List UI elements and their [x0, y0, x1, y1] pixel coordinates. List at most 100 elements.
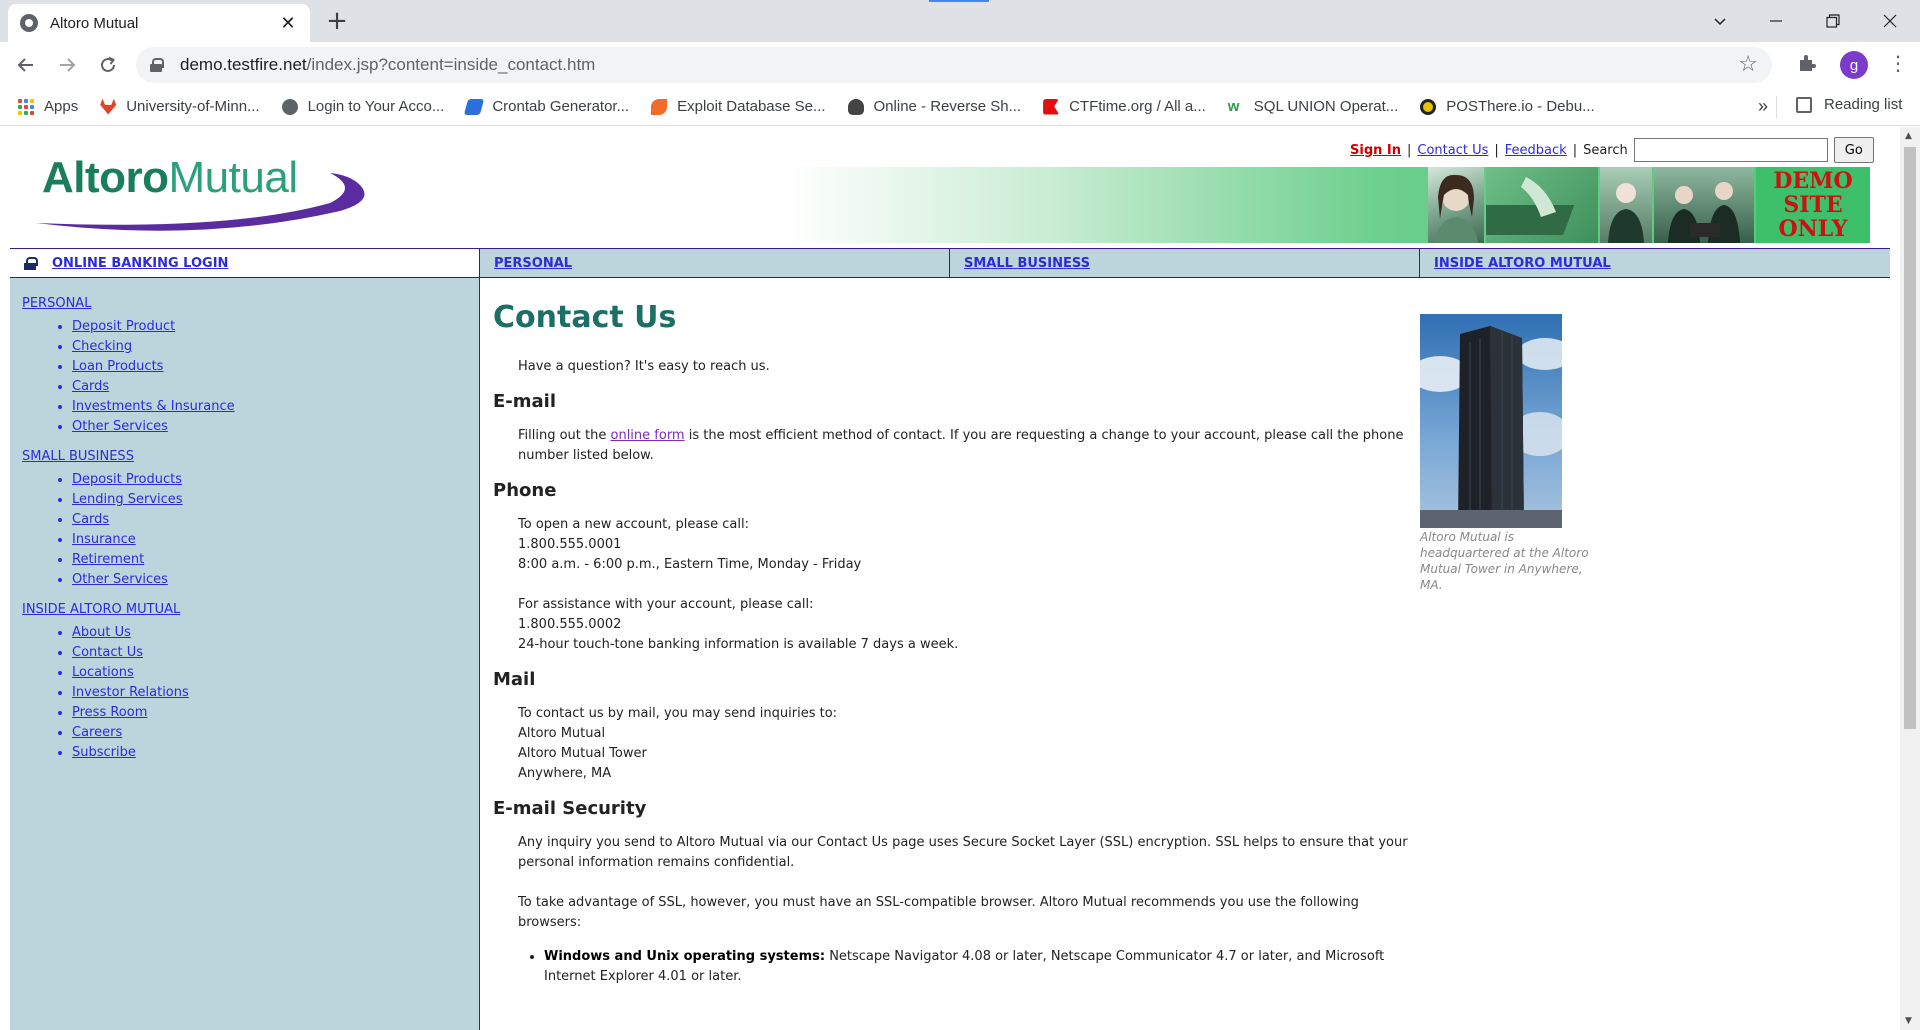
- bookmark-gitlab[interactable]: University-of-Minn...: [100, 98, 260, 115]
- bookmark-label: CTFtime.org / All a...: [1069, 98, 1206, 115]
- sidebar-link-retirement[interactable]: Retirement: [72, 552, 144, 567]
- close-window-icon[interactable]: [1862, 0, 1918, 42]
- address-bar[interactable]: demo.testfire.net/index.jsp?content=insi…: [136, 47, 1772, 83]
- sidebar-item: Cards: [72, 377, 479, 397]
- page-scrollbar[interactable]: ▲ ▼: [1900, 127, 1920, 1030]
- page-viewport: AltoroMutual Sign In | Contact Us | Feed…: [0, 127, 1900, 1030]
- bookmark-star-icon[interactable]: ☆: [1738, 52, 1758, 77]
- reload-icon: [101, 56, 115, 72]
- sidebar-link-press-room[interactable]: Press Room: [72, 705, 147, 720]
- bookmark-label: Login to Your Acco...: [307, 98, 445, 115]
- sidebar-heading-small-business[interactable]: SMALL BUSINESS: [22, 449, 479, 464]
- contact-us-link[interactable]: Contact Us: [1417, 143, 1488, 158]
- sidebar-link-careers[interactable]: Careers: [72, 725, 122, 740]
- nav-personal-tab[interactable]: PERSONAL: [480, 249, 950, 277]
- sidebar-link-investments-insurance[interactable]: Investments & Insurance: [72, 399, 235, 414]
- gitlab-icon: [100, 98, 117, 115]
- nav-small-business-tab[interactable]: SMALL BUSINESS: [950, 249, 1420, 277]
- go-button[interactable]: Go: [1833, 137, 1874, 163]
- bookmark-revshell[interactable]: Online - Reverse Sh...: [847, 98, 1021, 115]
- sidebar-list-inside-altoro: About Us Contact Us Locations Investor R…: [22, 623, 479, 763]
- sidebar-link-deposit-products[interactable]: Deposit Products: [72, 472, 182, 487]
- sidebar-link-cards[interactable]: Cards: [72, 379, 109, 394]
- bookmarks-overflow-chevron[interactable]: »: [1758, 96, 1768, 117]
- sidebar-link-cards[interactable]: Cards: [72, 512, 109, 527]
- tab-close-icon[interactable]: ✕: [278, 13, 298, 34]
- extensions-puzzle-icon[interactable]: [1797, 53, 1817, 78]
- back-button[interactable]: [10, 49, 42, 81]
- banner-photo-keyboard: [1471, 167, 1598, 243]
- sidebar-link-lending-services[interactable]: Lending Services: [72, 492, 183, 507]
- nav-personal-link[interactable]: PERSONAL: [494, 256, 572, 271]
- sidebar-link-insurance[interactable]: Insurance: [72, 532, 136, 547]
- main-content: Contact Us Have a question? It's easy to…: [493, 278, 1413, 987]
- reading-list-icon: [1796, 96, 1812, 113]
- nav-inside-altoro-link[interactable]: INSIDE ALTORO MUTUAL: [1434, 256, 1611, 271]
- bookmark-exploitdb[interactable]: Exploit Database Se...: [651, 98, 826, 115]
- online-banking-login-link[interactable]: ONLINE BANKING LOGIN: [52, 256, 228, 271]
- bookmark-login[interactable]: Login to Your Acco...: [281, 98, 445, 115]
- forward-button[interactable]: [51, 49, 83, 81]
- sidebar-link-other-services[interactable]: Other Services: [72, 419, 168, 434]
- sign-in-link[interactable]: Sign In: [1350, 143, 1401, 158]
- scroll-down-arrow-icon[interactable]: ▼: [1905, 1016, 1912, 1026]
- tab-search-icon[interactable]: [1692, 0, 1748, 42]
- browser-tab-strip: Altoro Mutual ✕ +: [0, 0, 1920, 42]
- bookmark-apps[interactable]: Apps: [18, 98, 78, 115]
- sidebar-item: Locations: [72, 663, 479, 683]
- reading-list-button[interactable]: Reading list: [1796, 96, 1902, 113]
- sidebar-link-investor-relations[interactable]: Investor Relations: [72, 685, 189, 700]
- sidebar-link-contact-us[interactable]: Contact Us: [72, 645, 143, 660]
- header-banner: DEMO SITE ONLY: [784, 167, 1870, 243]
- reload-button[interactable]: [92, 49, 124, 81]
- sidebar-link-locations[interactable]: Locations: [72, 665, 134, 680]
- scroll-up-arrow-icon[interactable]: ▲: [1905, 131, 1912, 141]
- crontab-icon: [464, 98, 485, 115]
- restore-icon[interactable]: [1805, 0, 1861, 42]
- online-banking-login-tab[interactable]: ONLINE BANKING LOGIN: [10, 249, 480, 277]
- sidebar-heading-inside-altoro[interactable]: INSIDE ALTORO MUTUAL: [22, 602, 479, 617]
- sidebar-link-checking[interactable]: Checking: [72, 339, 132, 354]
- back-arrow-icon: [17, 58, 33, 72]
- apps-grid-icon: [18, 98, 34, 115]
- bookmark-label: Apps: [44, 98, 79, 115]
- sidebar-item: Checking: [72, 337, 479, 357]
- menu-kebab-icon[interactable]: ⋮: [1888, 51, 1908, 75]
- scroll-thumb[interactable]: [1904, 147, 1916, 729]
- nav-small-business-link[interactable]: SMALL BUSINESS: [964, 256, 1090, 271]
- sidebar-link-other-services[interactable]: Other Services: [72, 572, 168, 587]
- browser-tab[interactable]: Altoro Mutual ✕: [8, 4, 310, 42]
- sidebar-link-loan-products[interactable]: Loan Products: [72, 359, 163, 374]
- tower-caption: Altoro Mutual is headquartered at the Al…: [1420, 530, 1589, 592]
- reading-list-label: Reading list: [1824, 96, 1903, 113]
- bookmark-w3schools[interactable]: w SQL UNION Operat...: [1228, 98, 1399, 115]
- feedback-link[interactable]: Feedback: [1505, 143, 1567, 158]
- online-form-link[interactable]: online form: [611, 428, 685, 443]
- sidebar-item: Other Services: [72, 417, 479, 437]
- sidebar-link-subscribe[interactable]: Subscribe: [72, 745, 136, 760]
- search-input[interactable]: [1633, 138, 1828, 162]
- email-text-pre: Filling out the: [518, 428, 611, 443]
- bookmark-label: University-of-Minn...: [126, 98, 260, 115]
- phone-heading: Phone: [493, 480, 557, 501]
- sidebar-link-about-us[interactable]: About Us: [72, 625, 131, 640]
- bookmark-label: POSThere.io - Debu...: [1446, 98, 1595, 115]
- sidebar-link-deposit-product[interactable]: Deposit Product: [72, 319, 175, 334]
- browser-list-item: Windows and Unix operating systems: Nets…: [544, 947, 1413, 987]
- bookmark-ctftime[interactable]: CTFtime.org / All a...: [1043, 98, 1206, 115]
- separator: |: [1572, 142, 1578, 158]
- sidebar-heading-personal[interactable]: PERSONAL: [22, 296, 479, 311]
- bookmark-crontab[interactable]: Crontab Generator...: [464, 98, 629, 115]
- mail-address: To contact us by mail, you may send inqu…: [518, 704, 1413, 784]
- nav-inside-altoro-tab[interactable]: INSIDE ALTORO MUTUAL: [1420, 249, 1890, 277]
- altoro-logo[interactable]: AltoroMutual: [30, 153, 380, 233]
- sidebar-item: Press Room: [72, 703, 479, 723]
- mail-line-2: Altoro Mutual: [518, 726, 606, 741]
- new-tab-button[interactable]: +: [322, 6, 352, 36]
- browser-list: Windows and Unix operating systems: Nets…: [493, 947, 1413, 987]
- browser-os-label: Windows and Unix operating systems:: [544, 949, 826, 964]
- bookmark-posthere[interactable]: POSThere.io - Debu...: [1420, 98, 1595, 115]
- intro-text: Have a question? It's easy to reach us.: [518, 359, 770, 374]
- minimize-icon[interactable]: [1748, 0, 1804, 42]
- profile-avatar[interactable]: g: [1840, 51, 1868, 79]
